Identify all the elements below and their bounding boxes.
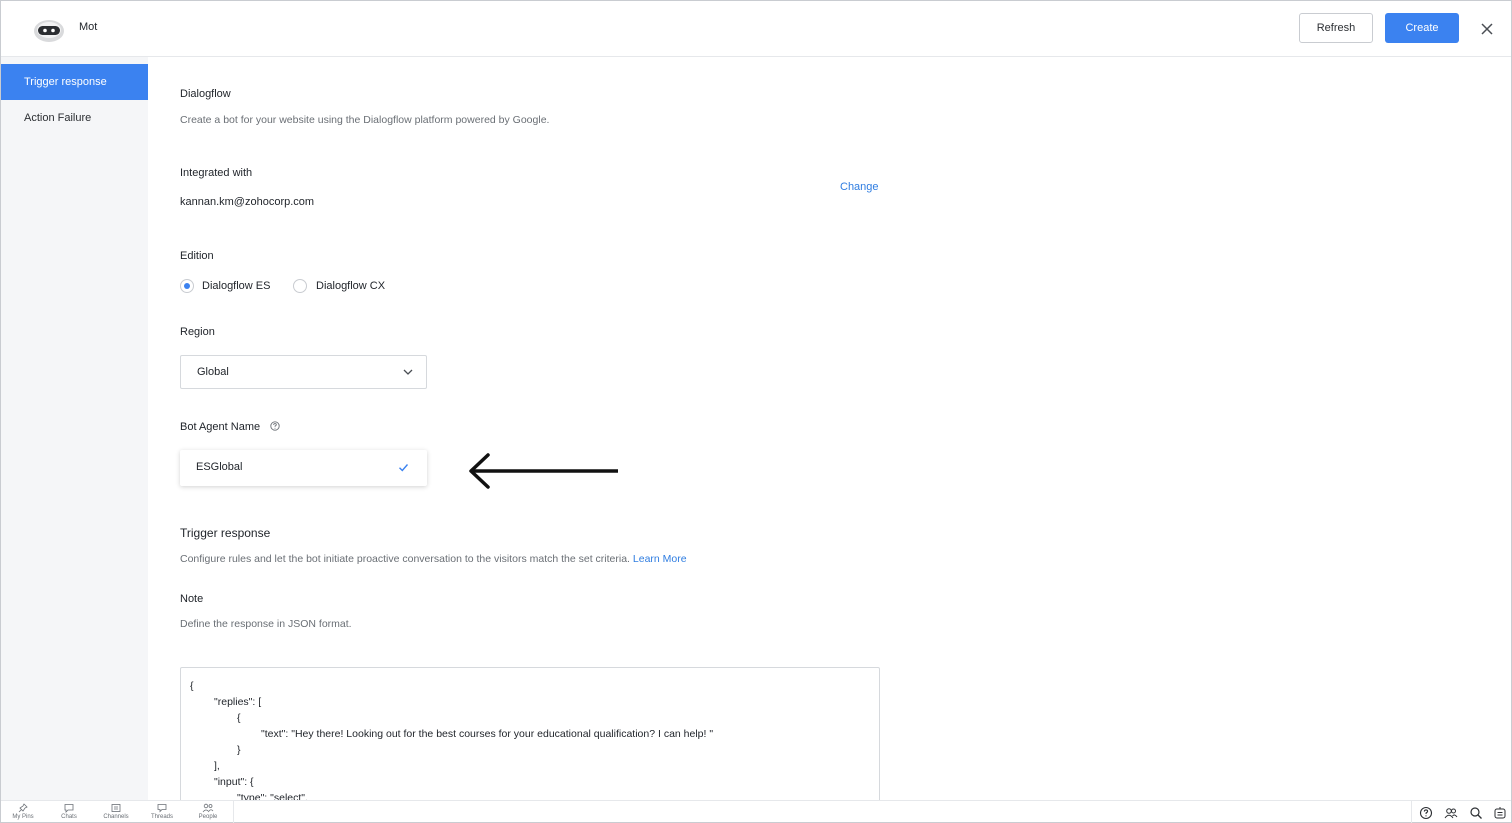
integrated-label: Integrated with bbox=[180, 167, 253, 179]
code-line: } bbox=[237, 744, 241, 756]
pin-icon bbox=[18, 803, 28, 813]
code-line: "text": "Hey there! Looking out for the … bbox=[261, 728, 714, 740]
bottom-bar: My Pins Chats Channels Threads People bbox=[1, 800, 1511, 823]
contacts-icon[interactable] bbox=[1444, 806, 1458, 820]
region-label: Region bbox=[180, 326, 215, 338]
trigger-response-title: Trigger response bbox=[180, 526, 271, 540]
bot-avatar-icon bbox=[34, 20, 64, 42]
edition-label: Edition bbox=[180, 250, 214, 262]
refresh-button[interactable]: Refresh bbox=[1299, 13, 1373, 43]
learn-more-link[interactable]: Learn More bbox=[633, 553, 687, 565]
nav-label: My Pins bbox=[12, 814, 34, 820]
code-line: "input": { bbox=[214, 776, 254, 788]
agent-select[interactable]: ESGlobal bbox=[180, 450, 427, 486]
main-content: Dialogflow Create a bot for your website… bbox=[148, 57, 1510, 807]
nav-chats[interactable]: Chats bbox=[49, 803, 89, 823]
check-icon bbox=[399, 464, 409, 472]
channels-icon bbox=[111, 804, 121, 812]
json-editor[interactable]: { "replies": [ { "text": "Hey there! Loo… bbox=[180, 667, 880, 807]
region-select[interactable]: Global bbox=[180, 355, 427, 389]
sidebar-item-action-failure[interactable]: Action Failure bbox=[1, 100, 148, 136]
trigger-description: Configure rules and let the bot initiate… bbox=[180, 553, 687, 565]
nav-my-pins[interactable]: My Pins bbox=[3, 803, 43, 823]
note-description: Define the response in JSON format. bbox=[180, 618, 352, 630]
integrated-email: kannan.km@zohocorp.com bbox=[180, 196, 315, 208]
arrow-pointer-icon bbox=[469, 453, 618, 489]
radio-dialogflow-cx[interactable] bbox=[293, 279, 307, 293]
create-button[interactable]: Create bbox=[1385, 13, 1459, 43]
note-label: Note bbox=[180, 593, 204, 605]
change-link[interactable]: Change bbox=[840, 181, 879, 193]
chevron-down-icon bbox=[403, 369, 413, 375]
nav-label: Chats bbox=[61, 814, 77, 820]
nav-label: Channels bbox=[103, 814, 129, 820]
header-bar: Mot Refresh Create bbox=[1, 1, 1511, 57]
code-line: { bbox=[237, 712, 241, 724]
platform-description: Create a bot for your website using the … bbox=[180, 114, 550, 126]
agent-label: Bot Agent Name bbox=[180, 421, 261, 433]
close-icon[interactable] bbox=[1479, 21, 1495, 37]
agent-value: ESGlobal bbox=[196, 461, 243, 473]
trigger-description-text: Configure rules and let the bot initiate… bbox=[180, 553, 630, 565]
bot-name: Mot bbox=[79, 21, 98, 33]
search-icon[interactable] bbox=[1469, 806, 1483, 820]
threads-icon bbox=[157, 804, 167, 813]
code-line: "replies": [ bbox=[214, 696, 262, 708]
platform-title: Dialogflow bbox=[180, 88, 231, 100]
code-line: ], bbox=[214, 760, 220, 772]
divider bbox=[233, 801, 234, 823]
region-value: Global bbox=[197, 366, 229, 378]
nav-people[interactable]: People bbox=[188, 803, 228, 823]
radio-label-es[interactable]: Dialogflow ES bbox=[202, 280, 270, 292]
radio-label-cx[interactable]: Dialogflow CX bbox=[316, 280, 385, 292]
sidebar: Trigger response Action Failure bbox=[1, 57, 148, 800]
nav-label: Threads bbox=[150, 814, 173, 820]
divider bbox=[1411, 801, 1412, 823]
bot-icon[interactable] bbox=[1493, 806, 1507, 820]
chat-icon bbox=[64, 804, 74, 813]
code-line: { bbox=[190, 680, 194, 692]
nav-threads[interactable]: Threads bbox=[142, 803, 182, 823]
help-circle-icon[interactable] bbox=[1419, 806, 1433, 820]
help-icon[interactable] bbox=[270, 421, 280, 431]
radio-dialogflow-es[interactable] bbox=[180, 279, 194, 293]
people-icon bbox=[202, 803, 214, 813]
sidebar-item-trigger-response[interactable]: Trigger response bbox=[1, 64, 148, 100]
nav-label: People bbox=[198, 814, 218, 820]
nav-channels[interactable]: Channels bbox=[96, 803, 136, 823]
